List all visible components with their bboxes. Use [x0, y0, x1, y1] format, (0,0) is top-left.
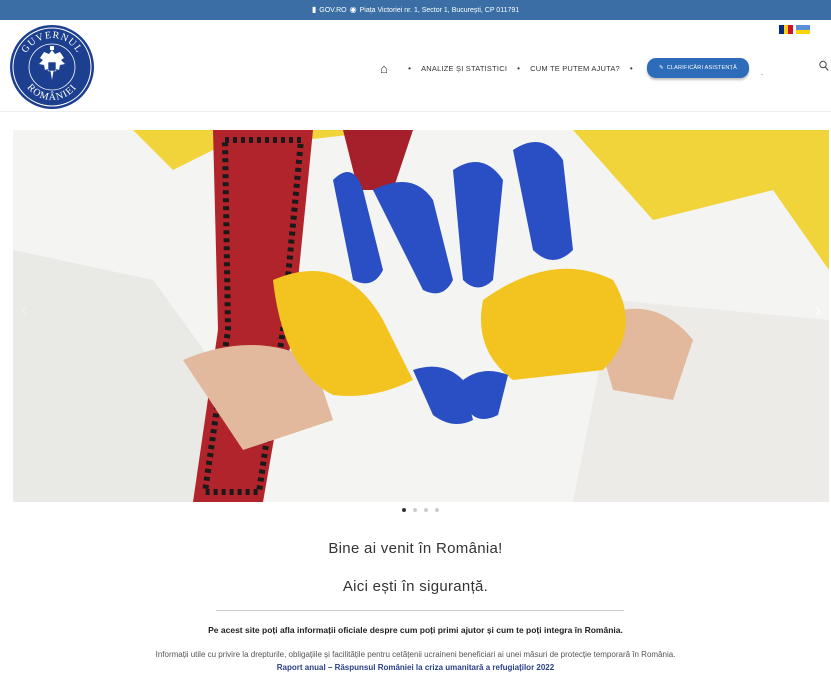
- hero-slider[interactable]: ‹ ›: [13, 130, 829, 502]
- nav-separator: •: [408, 63, 412, 73]
- site-header: GUVERNUL ROMÂNIEI ⌂ • ANALIZE ȘI STATIST…: [0, 20, 831, 112]
- address-text: Piața Victoriei nr. 1, Sector 1, Bucureș…: [359, 6, 520, 14]
- annual-report-link[interactable]: Raport anual – Răspunsul României la cri…: [0, 663, 831, 672]
- slider-dot[interactable]: [402, 508, 406, 512]
- search-icon[interactable]: [819, 60, 829, 72]
- slider-dot[interactable]: [424, 508, 428, 512]
- safe-heading: Aici ești în siguranță.: [342, 578, 489, 595]
- nav-item-cum-te-putem-ajuta[interactable]: CUM TE PUTEM AJUTA?: [530, 64, 620, 73]
- hero-image: [13, 130, 829, 502]
- cta-label: CLARIFICĂRI ASISTENȚĂ: [666, 65, 737, 71]
- slider-next-icon[interactable]: ›: [815, 300, 821, 321]
- nav-separator: •: [517, 63, 521, 73]
- ro-flag-icon[interactable]: [779, 25, 794, 34]
- government-logo[interactable]: GUVERNUL ROMÂNIEI: [9, 24, 95, 110]
- section-divider: [216, 610, 624, 611]
- welcome-heading: Bine ai venit în România!: [328, 540, 503, 557]
- info-text: Informații utile cu privire la drepturil…: [155, 650, 676, 659]
- slider-dot[interactable]: [413, 508, 417, 512]
- gov-label[interactable]: GOV.RO: [319, 7, 346, 14]
- clarificari-asistenta-button[interactable]: ✎ CLARIFICĂRI ASISTENȚĂ: [646, 58, 749, 78]
- main-nav: ⌂ • ANALIZE ȘI STATISTICI • CUM TE PUTEM…: [380, 58, 763, 78]
- map-pin-icon: ◉: [349, 5, 357, 14]
- language-switcher[interactable]: [779, 25, 810, 34]
- slider-prev-icon[interactable]: ‹: [21, 300, 27, 321]
- home-icon[interactable]: ⌂: [380, 61, 388, 76]
- nav-item-analize[interactable]: ANALIZE ȘI STATISTICI: [421, 64, 507, 73]
- nav-trailing-mark: .: [760, 67, 764, 77]
- bookmark-icon: ▮: [311, 5, 317, 14]
- slider-dot[interactable]: [435, 508, 439, 512]
- nav-separator: •: [629, 63, 633, 73]
- ua-flag-icon[interactable]: [796, 25, 810, 34]
- hands-icon: ✎: [658, 65, 664, 71]
- top-info-bar: ▮ GOV.RO ◉ Piața Victoriei nr. 1, Sector…: [0, 0, 831, 20]
- slider-dots: [402, 508, 439, 512]
- lead-text: Pe acest site poți afla informații ofici…: [208, 625, 623, 635]
